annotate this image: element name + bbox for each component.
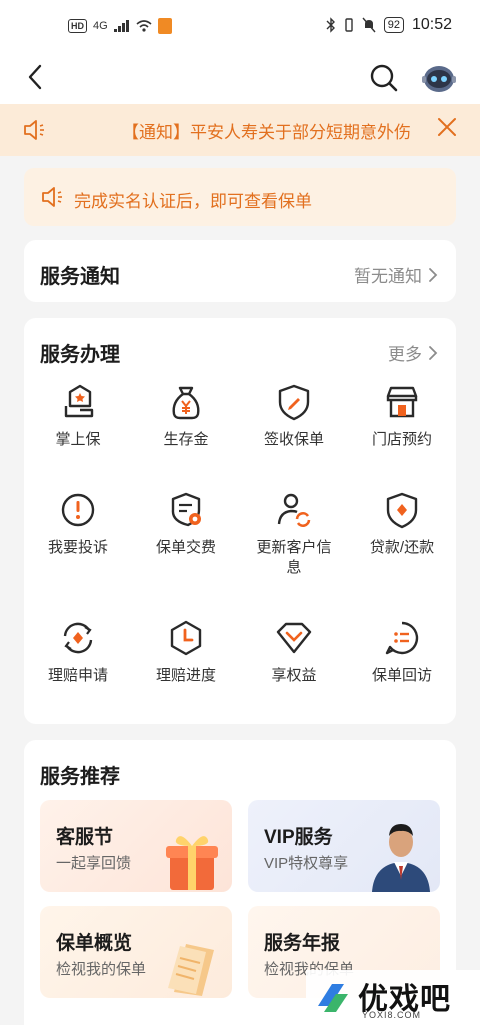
nav-bar	[0, 52, 480, 104]
vip-portrait-icon	[372, 824, 430, 892]
gift-box-icon	[166, 836, 218, 890]
clock: 10:52	[411, 16, 452, 33]
claim-cycle-icon	[63, 622, 93, 654]
status-left: HD 4G	[68, 18, 172, 34]
grid-label: 贷款/还款	[369, 539, 435, 556]
status-right: 92 10:52	[326, 16, 452, 34]
tile-title: 服务年报	[264, 933, 341, 954]
service-handle-title: 服务办理	[40, 344, 120, 366]
chevron-right-icon	[429, 345, 438, 360]
signal-icon	[113, 20, 129, 32]
speaker-icon	[42, 187, 62, 207]
tile-subtitle: 一起享回馈	[56, 855, 132, 872]
hand-house-icon	[64, 384, 94, 418]
user-refresh-icon	[277, 493, 311, 527]
hd-badge: HD	[68, 19, 87, 33]
back-arrow-icon[interactable]	[22, 62, 50, 92]
close-icon[interactable]	[436, 116, 458, 138]
speaker-icon	[24, 120, 44, 140]
policy-pay-icon	[171, 492, 201, 527]
store-icon	[386, 386, 418, 418]
grid-label: 保单交费	[155, 539, 216, 556]
service-recommend-title: 服务推荐	[40, 766, 120, 788]
tile-subtitle: VIP特权尊享	[264, 855, 349, 872]
grid-label: 保单回访	[371, 667, 432, 684]
tile-kefujie[interactable]: 客服节 一起享回馈	[40, 800, 232, 892]
realname-banner[interactable]: 完成实名认证后，即可查看保单	[24, 168, 456, 226]
realname-text: 完成实名认证后，即可查看保单	[74, 192, 312, 211]
wifi-icon	[136, 20, 152, 32]
status-bar: HD 4G 92 10:52	[0, 0, 480, 52]
grid-item-woyaotousu[interactable]: 我要投诉	[24, 490, 132, 558]
search-icon[interactable]	[368, 62, 400, 94]
bluetooth-icon	[326, 17, 335, 33]
service-notify-status-text: 暂无通知	[354, 267, 422, 286]
shield-diamond-icon	[386, 492, 418, 529]
grid-label: 享权益	[271, 667, 317, 684]
grid-label: 我要投诉	[47, 539, 108, 556]
tile-vip[interactable]: VIP服务 VIP特权尊享	[248, 800, 440, 892]
more-link[interactable]: 更多	[388, 340, 438, 365]
grid-label: 更新客户信息	[256, 539, 332, 576]
battery-level: 92	[383, 17, 404, 33]
grid-label: 理赔进度	[155, 667, 216, 684]
money-bag-icon	[172, 386, 200, 420]
shield-pen-icon	[278, 384, 310, 421]
assistant-robot-icon[interactable]	[420, 60, 458, 96]
tile-title: VIP服务	[264, 827, 333, 848]
service-notify-title: 服务通知	[40, 266, 120, 288]
grid-item-qianshoubaodan[interactable]: 签收保单	[240, 382, 348, 450]
mute-icon	[362, 17, 376, 33]
chevron-right-icon	[429, 267, 438, 282]
grid-item-shengcunjin[interactable]: 生存金	[132, 382, 240, 450]
chat-list-icon	[385, 621, 419, 655]
grid-label: 门店预约	[371, 431, 432, 448]
diamond-badge-icon	[276, 622, 312, 654]
network-badge: 4G	[93, 20, 108, 32]
grid-item-mendianyuyue[interactable]: 门店预约	[348, 382, 456, 450]
grid-label: 生存金	[163, 431, 209, 448]
notice-text[interactable]: 【通知】平安人寿关于部分短期意外伤	[122, 118, 432, 143]
grid-item-xiangquanyi[interactable]: 享权益	[240, 618, 348, 686]
service-notify-status[interactable]: 暂无通知	[354, 262, 438, 287]
tile-baodangailan[interactable]: 保单概览 检视我的保单	[40, 906, 232, 998]
grid-item-gengxinkehuxinxi[interactable]: 更新客户信息	[240, 490, 348, 578]
vibrate-icon	[345, 18, 353, 32]
claim-clock-icon	[170, 620, 202, 656]
grid-item-baodanjiaofei[interactable]: 保单交费	[132, 490, 240, 558]
watermark: 优戏吧 YOXI8.COM	[306, 970, 480, 1025]
grid-item-zhangshangbao[interactable]: 掌上保	[24, 382, 132, 450]
grid-item-baodanhuifang[interactable]: 保单回访	[348, 618, 456, 686]
grid-label: 签收保单	[263, 431, 324, 448]
grid-label: 掌上保	[55, 431, 101, 448]
notice-bar[interactable]: 【通知】平安人寿关于部分短期意外伤	[0, 104, 480, 156]
tile-subtitle: 检视我的保单	[56, 961, 147, 978]
tile-title: 客服节	[56, 827, 114, 848]
watermark-url: YOXI8.COM	[362, 1010, 422, 1020]
tile-title: 保单概览	[56, 933, 133, 954]
grid-label: 理赔申请	[47, 667, 108, 684]
service-notify-card[interactable]: 服务通知 暂无通知	[24, 240, 456, 302]
exclamation-icon	[61, 493, 95, 527]
service-handle-card: 服务办理 更多 掌上保 生存金 签收保单 门店预约 我要投诉 保单交费 更新客户…	[24, 318, 456, 724]
notification-app-icon	[157, 18, 172, 34]
more-link-text: 更多	[388, 345, 422, 364]
grid-item-daikuan-huankuan[interactable]: 贷款/还款	[348, 490, 456, 558]
grid-item-lipeishenqing[interactable]: 理赔申请	[24, 618, 132, 686]
document-stack-icon	[168, 944, 214, 996]
watermark-logo-icon	[318, 984, 348, 1012]
grid-item-lipeijindu[interactable]: 理赔进度	[132, 618, 240, 686]
